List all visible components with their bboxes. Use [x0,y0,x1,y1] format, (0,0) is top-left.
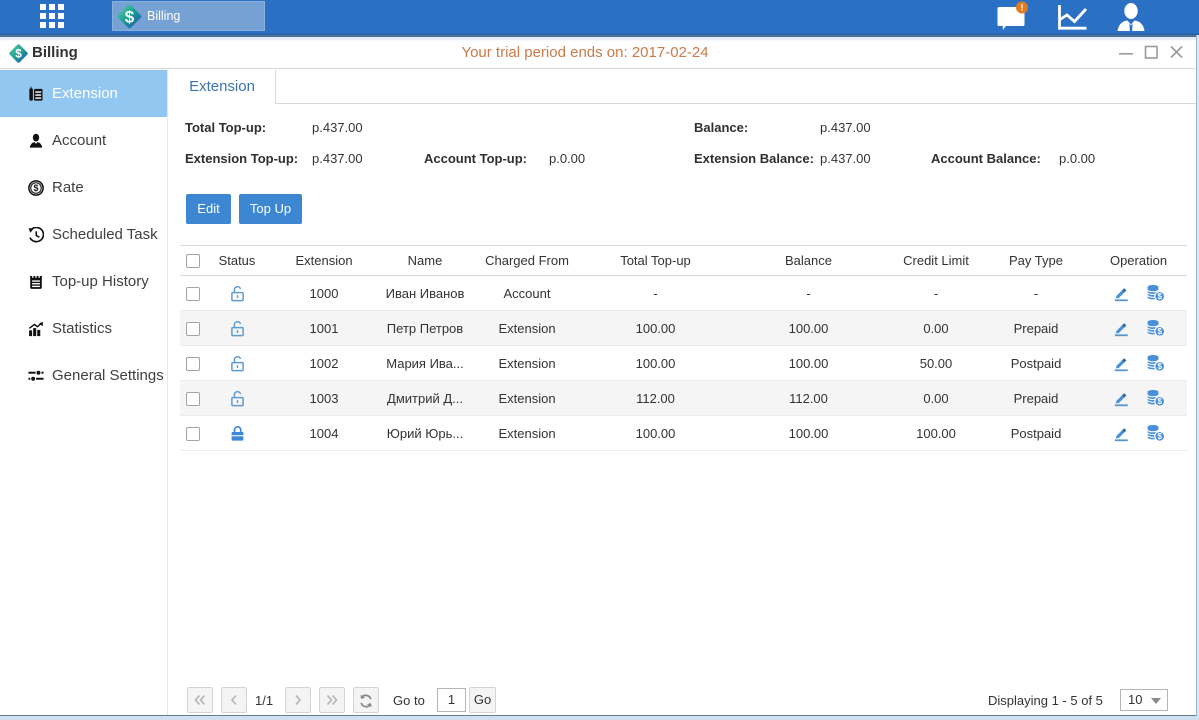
svg-text:$: $ [1157,292,1162,301]
svg-text:$: $ [1157,327,1162,336]
svg-text:$: $ [1157,397,1162,406]
svg-text:!: ! [1021,3,1024,13]
svg-text:$: $ [34,183,39,193]
svg-text:$: $ [125,7,135,26]
svg-text:$: $ [1157,362,1162,371]
svg-text:$: $ [1157,432,1162,441]
